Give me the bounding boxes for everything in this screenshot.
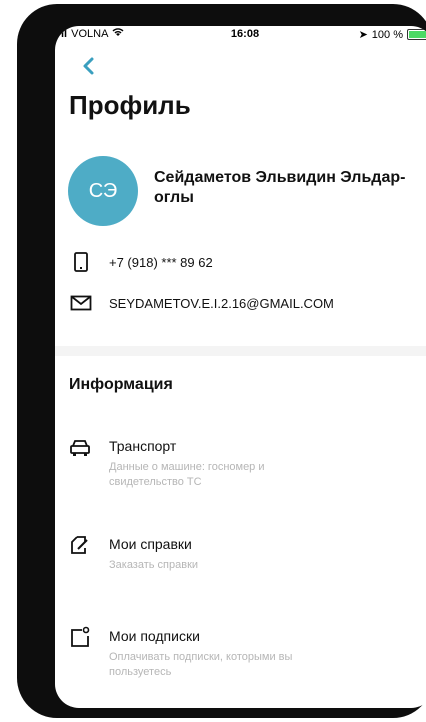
email-address: SEYDAMETOV.E.I.2.16@GMAIL.COM (109, 295, 334, 311)
subscriptions-subtitle: Оплачивать подписки, которыми вы пользуе… (109, 651, 293, 678)
car-icon (69, 436, 91, 458)
document-edit-icon (69, 534, 91, 556)
phone-icon (69, 250, 93, 274)
section-divider (55, 346, 426, 356)
status-right: ➤ 100 % (359, 28, 426, 41)
subscription-icon (69, 626, 91, 648)
status-bar: ıl VOLNA 16:08 ➤ 100 % (55, 26, 426, 44)
certificates-subtitle: Заказать справки (109, 559, 199, 571)
battery-icon (407, 29, 426, 40)
avatar: СЭ (68, 156, 138, 226)
subscriptions-title: Мои подписки (109, 628, 200, 644)
back-button[interactable] (79, 56, 99, 76)
profile-name: Сейдаметов Эльвидин Эльдар-оглы (154, 169, 406, 206)
avatar-initials: СЭ (88, 179, 118, 202)
phone-frame: ıl VOLNA 16:08 ➤ 100 % Профиль СЭ Сейдам… (17, 4, 426, 718)
transport-subtitle: Данные о машине: госномер и свидетельств… (109, 461, 265, 488)
certificates-title: Мои справки (109, 536, 192, 552)
transport-title: Транспорт (109, 438, 177, 454)
battery-label: 100 % (371, 28, 403, 41)
phone-row: +7 (918) *** 89 62 (69, 250, 213, 274)
mail-icon (69, 291, 93, 315)
chevron-left-icon (83, 57, 94, 75)
section-heading: Информация (69, 376, 173, 393)
phone-number: +7 (918) *** 89 62 (109, 254, 213, 270)
email-row: SEYDAMETOV.E.I.2.16@GMAIL.COM (69, 291, 334, 315)
screen: ıl VOLNA 16:08 ➤ 100 % Профиль СЭ Сейдам… (55, 26, 426, 708)
page-title: Профиль (69, 90, 191, 120)
location-icon: ➤ (358, 29, 368, 41)
